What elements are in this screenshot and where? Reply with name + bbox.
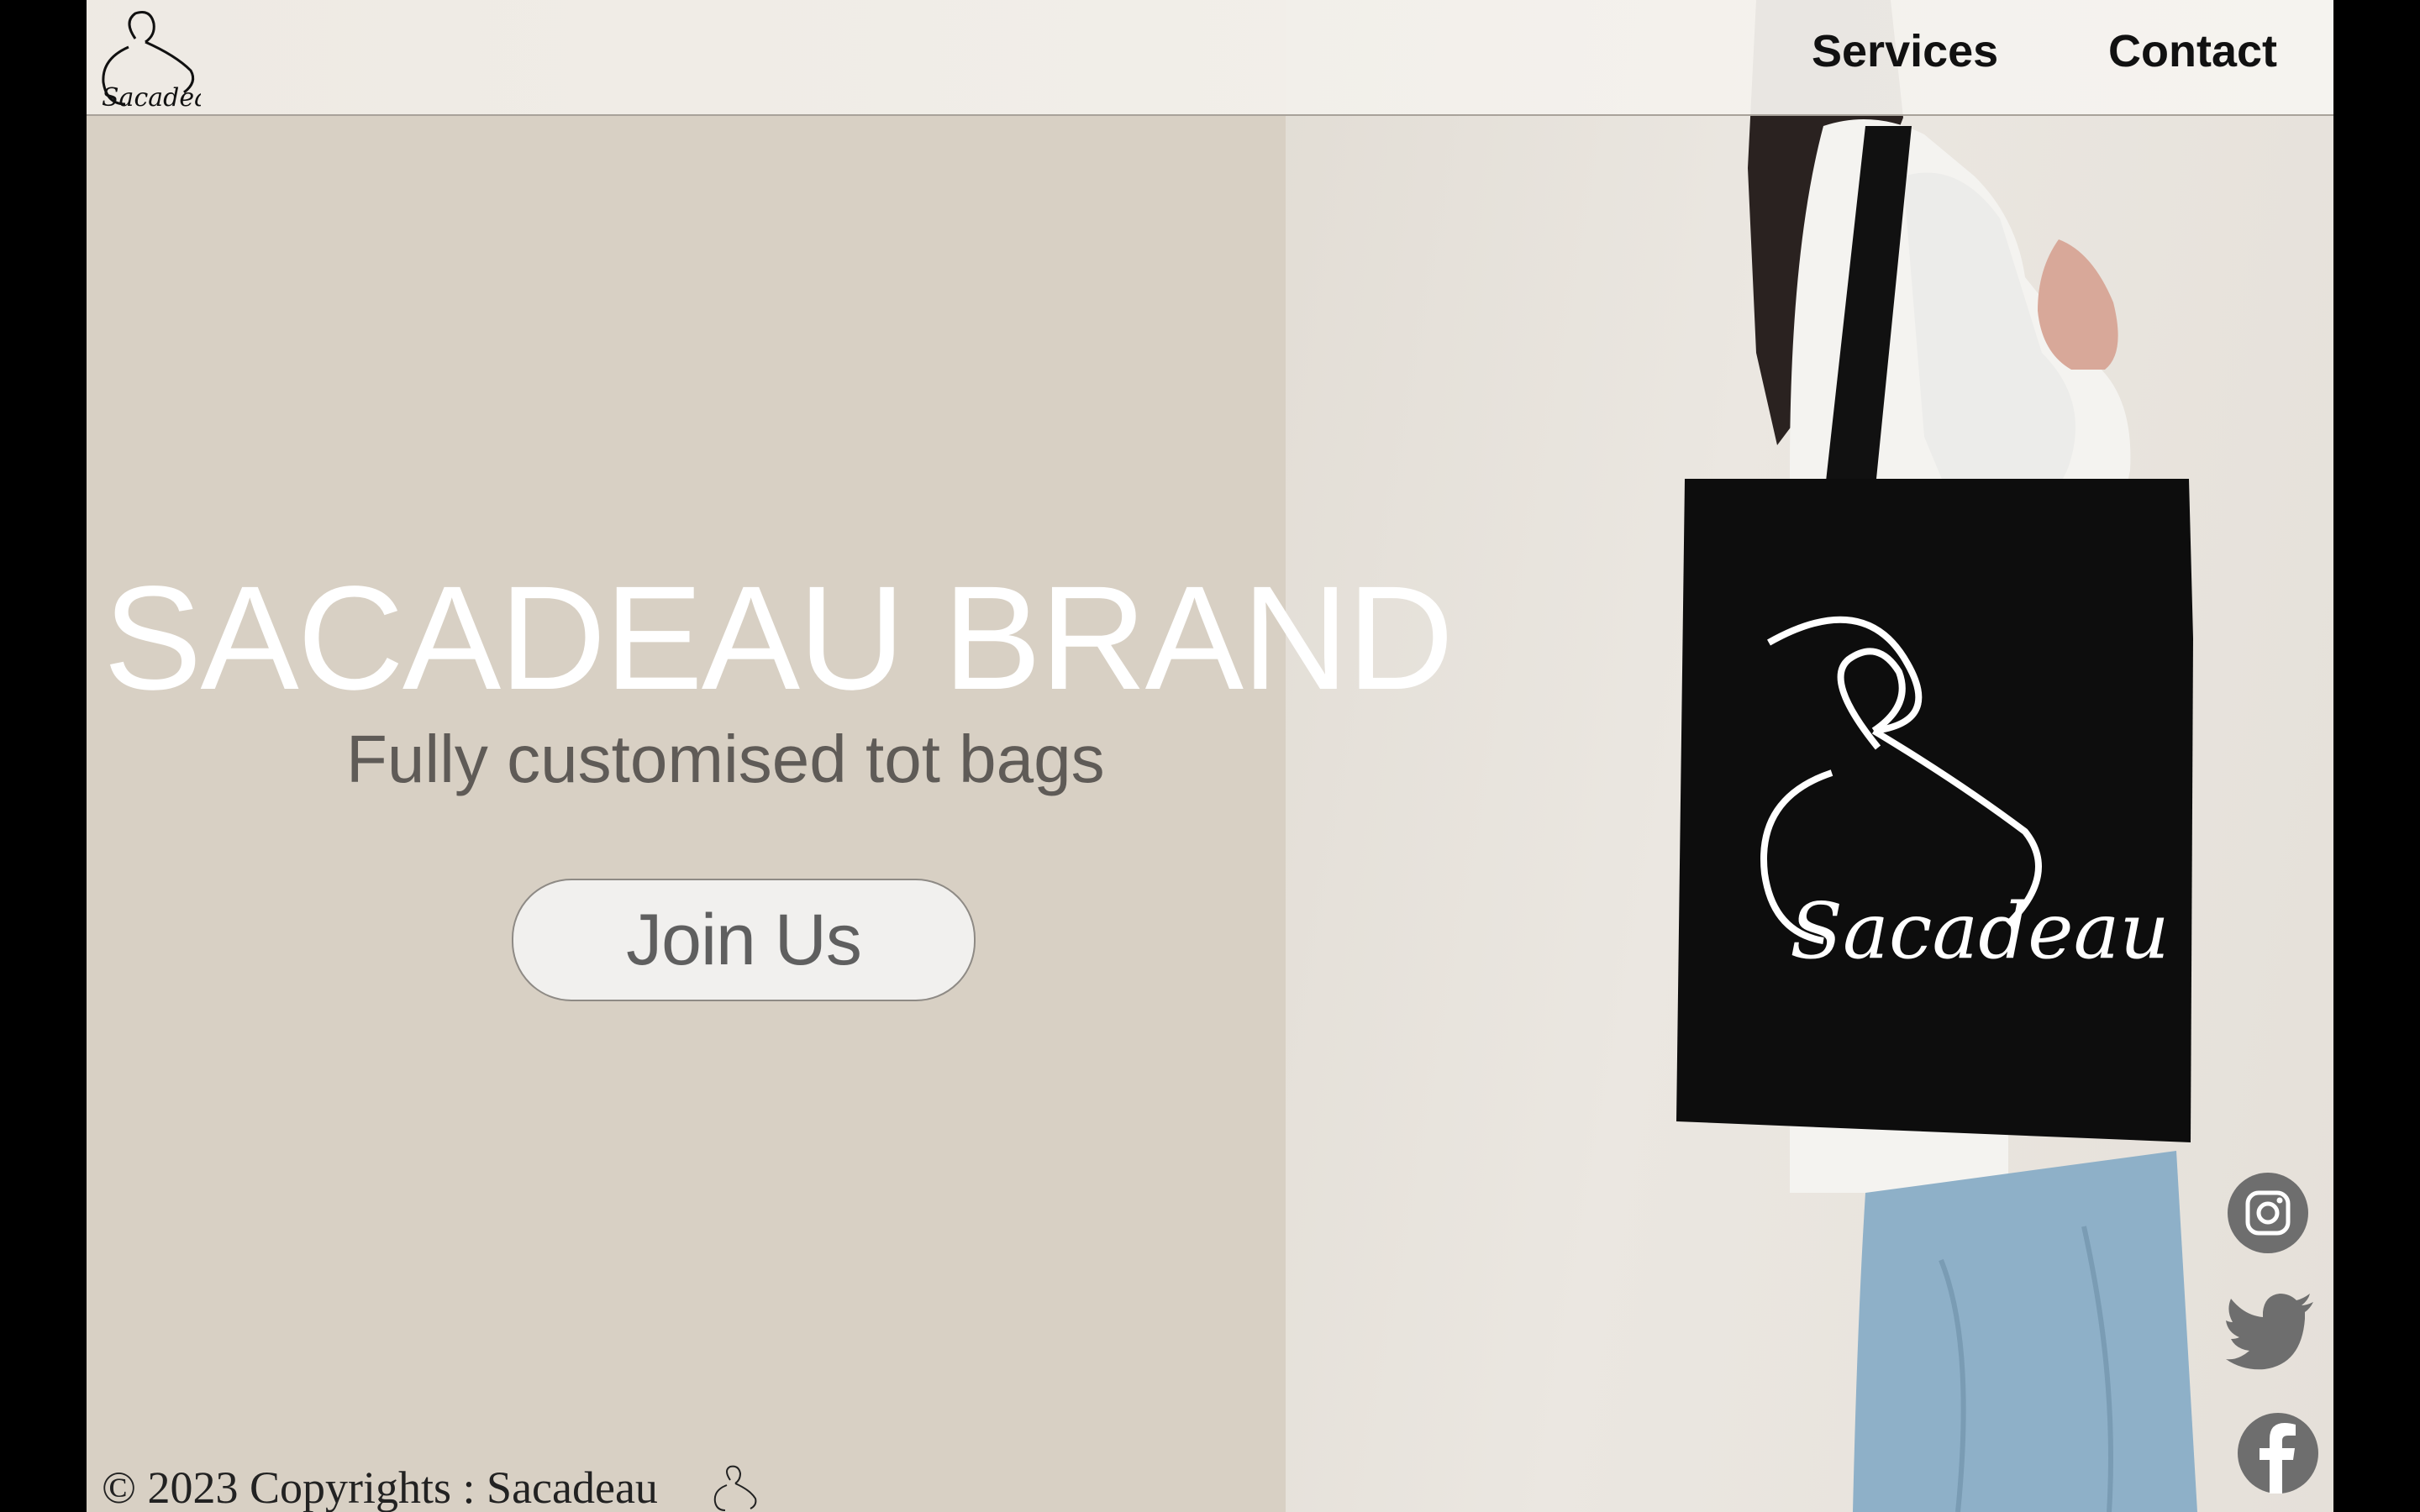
instagram-icon[interactable] [2228, 1173, 2308, 1253]
brand-logo-icon[interactable]: Sacadeau [92, 5, 201, 111]
hero-title: SACADEAU BRAND [103, 556, 1454, 721]
hero-subtitle: Fully customised tot bags [346, 722, 1105, 796]
hero-photo: Sacadeau [1286, 0, 2333, 1512]
facebook-icon[interactable] [2238, 1413, 2318, 1494]
site-header: Sacadeau Services Contact [87, 0, 2333, 116]
twitter-icon[interactable] [2226, 1294, 2315, 1371]
nav-contact[interactable]: Contact [2108, 25, 2277, 77]
footer-logo-icon [708, 1463, 759, 1512]
page: Sacadeau Sacadeau Services Contact SACAD… [87, 0, 2333, 1512]
copyright-text: © 2023 Copyrights : Sacadeau [102, 1462, 658, 1512]
nav-services[interactable]: Services [1812, 25, 1998, 77]
bag-logo-text: Sacadeau [1790, 886, 2170, 976]
brand-logo-text: Sacadeau [102, 83, 201, 111]
join-us-button[interactable]: Join Us [512, 879, 976, 1001]
